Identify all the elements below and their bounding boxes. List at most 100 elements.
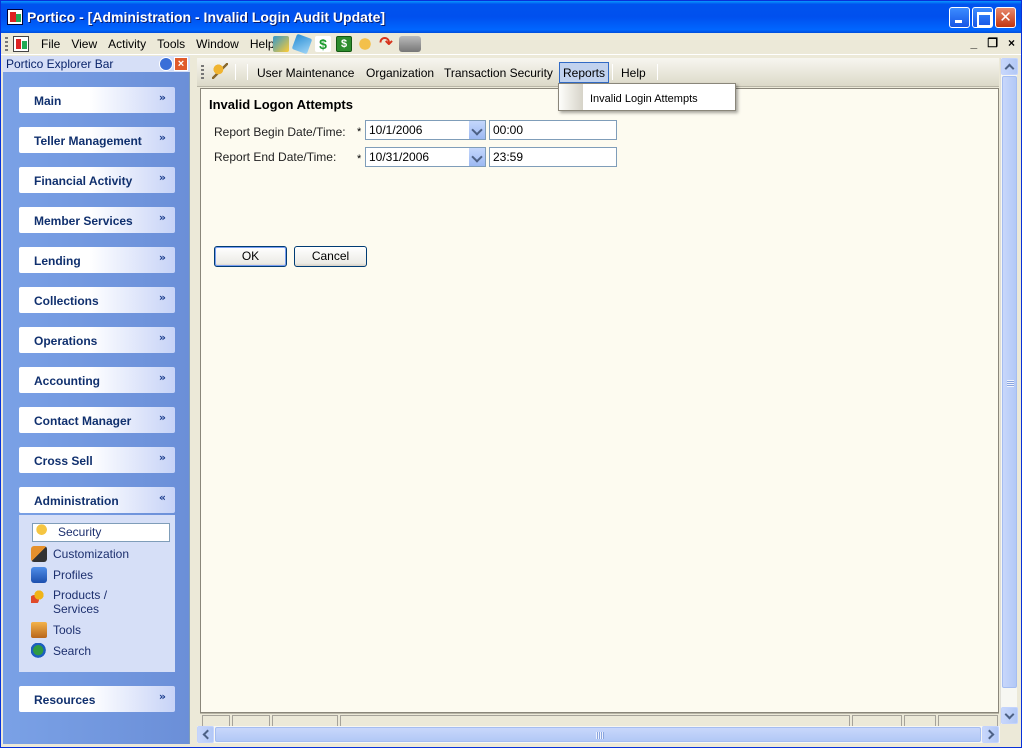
explorer-close-icon[interactable]: × [174, 57, 188, 71]
menu-item-invalid-login-attempts[interactable]: Invalid Login Attempts [590, 93, 698, 105]
chevron-up-icon [1004, 63, 1015, 74]
scroll-left-button[interactable] [197, 726, 214, 743]
end-time-input[interactable]: 23:59 [489, 147, 617, 167]
toolbar-grip[interactable] [5, 37, 8, 51]
report-form: Invalid Logon Attempts Report Begin Date… [200, 88, 999, 713]
mdi-restore-icon[interactable]: ❐ [987, 36, 998, 50]
main-menu: File View Activity Tools Window Help [41, 37, 286, 51]
group-resources[interactable]: Resources » [19, 686, 175, 712]
task-security[interactable]: Security [32, 523, 170, 542]
group-label: Financial Activity [34, 174, 133, 188]
chevron-right-icon [984, 729, 995, 740]
chevron-down-icon: » [158, 291, 166, 304]
close-button[interactable]: ✕ [995, 7, 1016, 28]
chevron-down-icon: » [158, 371, 166, 384]
dollar-icon[interactable]: $ [315, 36, 331, 52]
pin-icon[interactable] [159, 57, 173, 71]
vertical-scroll-thumb[interactable] [1002, 76, 1017, 688]
group-label: Operations [34, 334, 98, 348]
administration-tasks-panel: Security Customization Profiles Products… [19, 515, 175, 672]
task-products-services[interactable]: Products / Services [31, 587, 121, 616]
separator [657, 64, 658, 80]
tools-icon [31, 622, 47, 638]
begin-time-input[interactable]: 00:00 [489, 120, 617, 140]
task-label: Customization [53, 547, 130, 561]
group-lending[interactable]: Lending » [19, 247, 175, 273]
chevron-down-icon: » [158, 211, 166, 224]
vertical-scrollbar[interactable] [1000, 58, 1018, 724]
maximize-icon [973, 8, 992, 27]
security-key-icon[interactable] [212, 63, 228, 79]
group-label: Collections [34, 294, 99, 308]
menu-activity[interactable]: Activity [108, 37, 152, 51]
scroll-down-button[interactable] [1001, 707, 1018, 724]
scroll-up-button[interactable] [1001, 58, 1018, 75]
group-administration[interactable]: Administration « [19, 487, 175, 513]
group-financial-activity[interactable]: Financial Activity » [19, 167, 175, 193]
document-icon[interactable] [13, 36, 29, 52]
cash-drawer-icon[interactable]: $ [336, 36, 352, 52]
horizontal-scroll-thumb[interactable] [215, 727, 981, 742]
chevron-down-icon: » [158, 331, 166, 344]
mdi-minimize-icon[interactable]: _ [971, 36, 978, 50]
end-date-combo[interactable]: 10/31/2006 [365, 147, 486, 167]
chevron-down-icon[interactable] [468, 148, 485, 166]
toolbar-grip[interactable] [201, 65, 204, 79]
portico-app-icon[interactable] [7, 9, 23, 25]
quick-toolbar: $ $ ↷ [273, 33, 421, 55]
members-icon[interactable] [273, 36, 289, 52]
group-member-services[interactable]: Member Services » [19, 207, 175, 233]
required-marker: * [357, 153, 362, 165]
menu-transaction-security[interactable]: Transaction Security [444, 66, 553, 80]
task-profiles[interactable]: Profiles [31, 567, 93, 583]
menu-icon-strip [559, 84, 583, 110]
printer-dropdown-icon[interactable] [399, 36, 421, 52]
menu-help[interactable]: Help [621, 66, 646, 80]
group-accounting[interactable]: Accounting » [19, 367, 175, 393]
task-label: Tools [53, 623, 82, 637]
task-tools[interactable]: Tools [31, 622, 82, 638]
minimize-button[interactable] [949, 7, 970, 28]
menu-window[interactable]: Window [196, 37, 245, 51]
maximize-button[interactable] [972, 7, 993, 28]
redo-arrow-icon[interactable]: ↷ [378, 36, 394, 52]
group-label: Administration [34, 494, 119, 508]
scroll-right-button[interactable] [982, 726, 999, 743]
customization-icon [31, 546, 47, 562]
separator [235, 64, 236, 80]
menu-reports[interactable]: Reports [559, 62, 610, 83]
group-operations[interactable]: Operations » [19, 327, 175, 353]
task-label: Search [53, 644, 92, 658]
chevron-down-icon: » [158, 251, 166, 264]
title-bar[interactable]: Portico - [Administration - Invalid Logi… [1, 1, 1021, 33]
grip-icon [596, 732, 604, 739]
group-collections[interactable]: Collections » [19, 287, 175, 313]
window-title: Portico - [Administration - Invalid Logi… [27, 9, 386, 25]
chevron-up-icon: « [158, 491, 166, 504]
cancel-button[interactable]: Cancel [294, 246, 367, 267]
mdi-close-icon[interactable]: × [1008, 36, 1015, 50]
task-search[interactable]: Search [31, 643, 92, 659]
key-icon [36, 524, 52, 540]
group-main[interactable]: Main » [19, 87, 175, 113]
begin-date-value: 10/1/2006 [369, 123, 423, 137]
group-contact-manager[interactable]: Contact Manager » [19, 407, 175, 433]
explorer-bar: Portico Explorer Bar × Main» Teller Mana… [3, 56, 190, 744]
menu-organization[interactable]: Organization [366, 66, 434, 80]
horizontal-scrollbar[interactable] [197, 726, 1000, 743]
menu-view[interactable]: View [71, 37, 103, 51]
chevron-down-icon[interactable] [468, 121, 485, 139]
menu-tools[interactable]: Tools [157, 37, 191, 51]
menu-user-maintenance[interactable]: User Maintenance [257, 66, 354, 80]
hand-icon[interactable] [357, 36, 373, 52]
chevron-down-icon: » [158, 690, 166, 703]
ok-button[interactable]: OK [214, 246, 287, 267]
group-cross-sell[interactable]: Cross Sell » [19, 447, 175, 473]
begin-date-combo[interactable]: 10/1/2006 [365, 120, 486, 140]
page-title: Invalid Logon Attempts [209, 97, 353, 112]
menu-file[interactable]: File [41, 37, 66, 51]
application-window: Portico - [Administration - Invalid Logi… [0, 0, 1022, 748]
task-customization[interactable]: Customization [31, 546, 130, 562]
group-teller-management[interactable]: Teller Management » [19, 127, 175, 153]
card-icon[interactable] [291, 33, 313, 55]
